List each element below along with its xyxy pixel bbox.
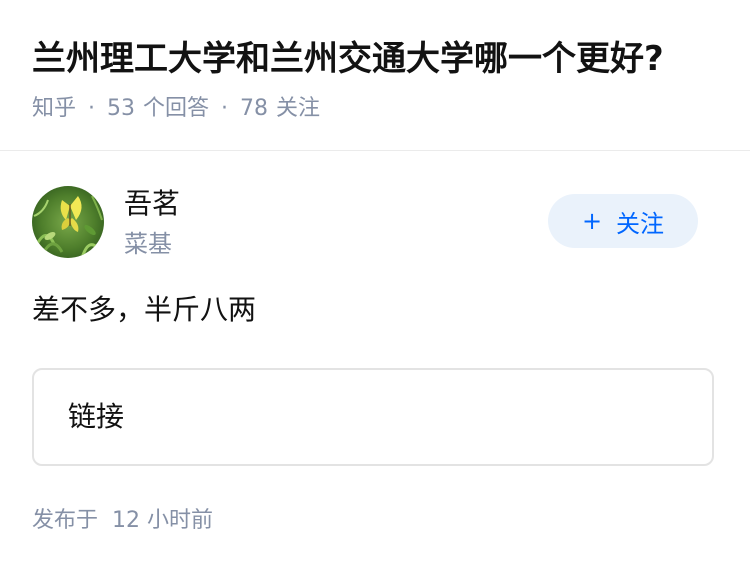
publish-label: 发布于 [32, 508, 99, 533]
follower-count: 78 [240, 96, 269, 121]
butterfly-avatar-icon [32, 186, 104, 258]
follow-button-label: 关注 [616, 209, 665, 238]
answer-count: 53 [107, 96, 136, 121]
source-label[interactable]: 知乎 [32, 96, 76, 121]
follow-button[interactable]: + 关注 [548, 194, 698, 248]
link-card[interactable]: 链接 [32, 368, 714, 466]
header-divider [0, 150, 750, 151]
answer-count-label: 个回答 [143, 96, 210, 121]
link-card-label: 链接 [68, 400, 125, 433]
publish-time: 发布于 12 小时前 [32, 506, 213, 536]
meta-separator: · [221, 96, 229, 121]
answer-text: 差不多，半斤八两 [32, 293, 257, 326]
author-bio: 菜基 [124, 230, 172, 258]
publish-time-value: 12 小时前 [112, 508, 214, 533]
meta-separator: · [88, 96, 96, 121]
avatar[interactable] [32, 186, 104, 258]
question-meta: 知乎 · 53 个回答 · 78 关注 [32, 94, 320, 124]
question-title[interactable]: 兰州理工大学和兰州交通大学哪一个更好? [32, 36, 664, 82]
author-name[interactable]: 吾茗 [124, 186, 180, 222]
follower-count-label: 关注 [276, 96, 321, 121]
plus-icon: + [581, 207, 603, 235]
